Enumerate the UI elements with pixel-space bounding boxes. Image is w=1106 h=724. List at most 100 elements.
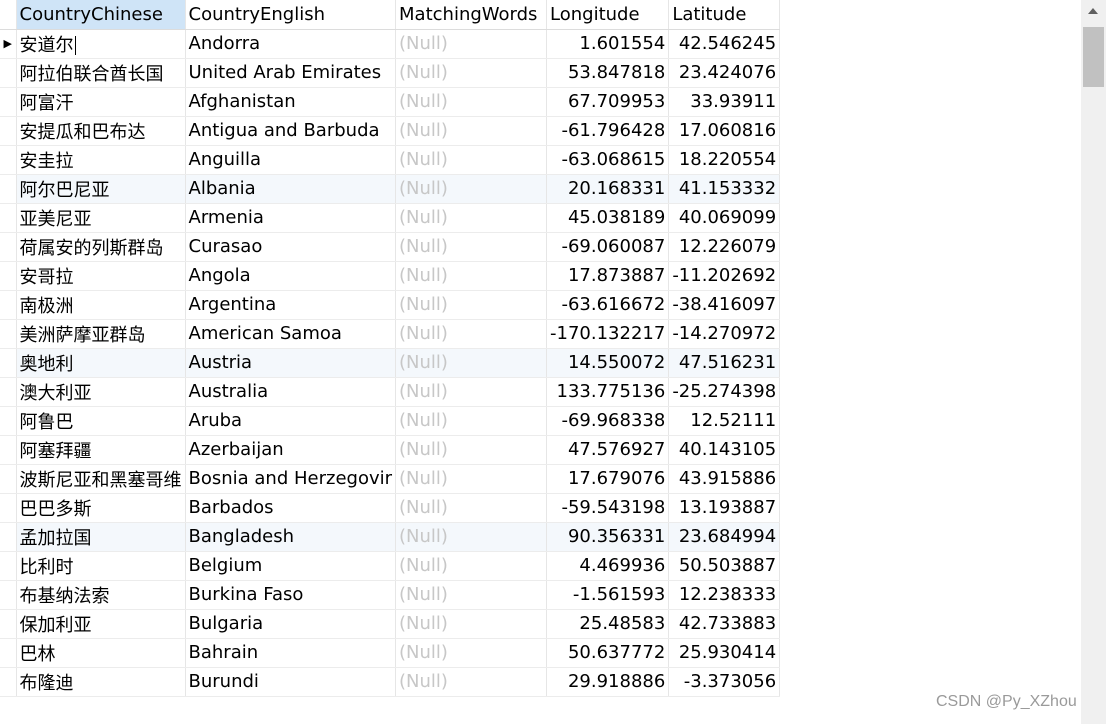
cell-country-english[interactable]: Azerbaijan bbox=[185, 435, 397, 465]
row-indicator[interactable] bbox=[0, 290, 17, 320]
cell-country-english[interactable]: United Arab Emirates bbox=[185, 58, 397, 88]
cell-matching-words[interactable]: (Null) bbox=[395, 145, 548, 175]
row-indicator[interactable] bbox=[0, 261, 17, 291]
table-row[interactable]: 安提瓜和巴布达 Antigua and Barbuda (Null) -61.7964… bbox=[0, 116, 781, 146]
cell-longitude[interactable]: 20.168331 bbox=[546, 174, 670, 204]
cell-latitude[interactable]: 40.143105 bbox=[668, 435, 781, 465]
table-row[interactable]: 阿塞拜疆 Azerbaijan (Null) 47.576927 40.143105 bbox=[0, 435, 781, 465]
row-indicator[interactable] bbox=[0, 464, 17, 494]
cell-longitude[interactable]: -69.060087 bbox=[546, 232, 670, 262]
table-row[interactable]: 奥地利 Austria (Null) 14.550072 47.516231 bbox=[0, 348, 781, 378]
cell-longitude[interactable]: 67.709953 bbox=[546, 87, 670, 117]
cell-country-english[interactable]: Australia bbox=[185, 377, 397, 407]
cell-country-english[interactable]: Bulgaria bbox=[185, 609, 397, 639]
cell-matching-words[interactable]: (Null) bbox=[395, 58, 548, 88]
row-indicator[interactable] bbox=[0, 580, 17, 610]
cell-country-chinese[interactable]: 巴巴多斯 bbox=[16, 493, 186, 523]
table-row[interactable]: 布基纳法索 Burkina Faso (Null) -1.561593 12.23833… bbox=[0, 580, 781, 610]
cell-latitude[interactable]: -3.373056 bbox=[668, 667, 781, 697]
cell-matching-words[interactable]: (Null) bbox=[395, 580, 548, 610]
cell-country-english[interactable]: Albania bbox=[185, 174, 397, 204]
cell-longitude[interactable]: -69.968338 bbox=[546, 406, 670, 436]
row-indicator[interactable] bbox=[0, 667, 17, 697]
row-indicator[interactable] bbox=[0, 203, 17, 233]
row-indicator[interactable] bbox=[0, 609, 17, 639]
cell-longitude[interactable]: 53.847818 bbox=[546, 58, 670, 88]
row-indicator[interactable]: ▶ bbox=[0, 29, 17, 59]
cell-matching-words[interactable]: (Null) bbox=[395, 261, 548, 291]
cell-latitude[interactable]: 13.193887 bbox=[668, 493, 781, 523]
table-row[interactable]: 比利时 Belgium (Null) 4.469936 50.503887 bbox=[0, 551, 781, 581]
row-indicator[interactable] bbox=[0, 435, 17, 465]
table-row[interactable]: 亚美尼亚 Armenia (Null) 45.038189 40.069099 bbox=[0, 203, 781, 233]
column-header-countrychinese[interactable]: CountryChinese bbox=[16, 0, 186, 30]
row-indicator[interactable] bbox=[0, 174, 17, 204]
table-row[interactable]: 澳大利亚 Australia (Null) 133.775136 -25.274398 bbox=[0, 377, 781, 407]
cell-latitude[interactable]: 23.684994 bbox=[668, 522, 781, 552]
table-row[interactable]: ▶ 安道尔 Andorra (Null) 1.601554 42.546245 bbox=[0, 29, 781, 59]
cell-country-chinese[interactable]: 南极洲 bbox=[16, 290, 186, 320]
row-indicator[interactable] bbox=[0, 638, 17, 668]
cell-country-chinese[interactable]: 波斯尼亚和黑塞哥维 bbox=[16, 464, 186, 494]
cell-latitude[interactable]: 42.546245 bbox=[668, 29, 781, 59]
table-row[interactable]: 阿拉伯联合酋长国 United Arab Emirates (Null) 53.847… bbox=[0, 58, 781, 88]
cell-country-chinese[interactable]: 荷属安的列斯群岛 bbox=[16, 232, 186, 262]
cell-matching-words[interactable]: (Null) bbox=[395, 174, 548, 204]
cell-longitude[interactable]: 4.469936 bbox=[546, 551, 670, 581]
cell-country-english[interactable]: Belgium bbox=[185, 551, 397, 581]
cell-latitude[interactable]: 43.915886 bbox=[668, 464, 781, 494]
cell-longitude[interactable]: -170.132217 bbox=[546, 319, 670, 349]
cell-matching-words[interactable]: (Null) bbox=[395, 522, 548, 552]
cell-latitude[interactable]: -25.274398 bbox=[668, 377, 781, 407]
cell-matching-words[interactable]: (Null) bbox=[395, 29, 548, 59]
cell-matching-words[interactable]: (Null) bbox=[395, 406, 548, 436]
cell-latitude[interactable]: 41.153332 bbox=[668, 174, 781, 204]
cell-country-english[interactable]: Antigua and Barbuda bbox=[185, 116, 397, 146]
cell-latitude[interactable]: 17.060816 bbox=[668, 116, 781, 146]
cell-country-english[interactable]: Burundi bbox=[185, 667, 397, 697]
cell-latitude[interactable]: 25.930414 bbox=[668, 638, 781, 668]
cell-latitude[interactable]: 33.93911 bbox=[668, 87, 781, 117]
cell-longitude[interactable]: 1.601554 bbox=[546, 29, 670, 59]
cell-matching-words[interactable]: (Null) bbox=[395, 638, 548, 668]
cell-matching-words[interactable]: (Null) bbox=[395, 87, 548, 117]
cell-country-english[interactable]: Curasao bbox=[185, 232, 397, 262]
cell-latitude[interactable]: 12.52111 bbox=[668, 406, 781, 436]
cell-latitude[interactable]: -38.416097 bbox=[668, 290, 781, 320]
table-row[interactable]: 阿尔巴尼亚 Albania (Null) 20.168331 41.153332 bbox=[0, 174, 781, 204]
cell-country-chinese[interactable]: 阿塞拜疆 bbox=[16, 435, 186, 465]
table-row[interactable]: 巴林 Bahrain (Null) 50.637772 25.930414 bbox=[0, 638, 781, 668]
cell-latitude[interactable]: 12.226079 bbox=[668, 232, 781, 262]
row-indicator[interactable] bbox=[0, 348, 17, 378]
cell-country-english[interactable]: Argentina bbox=[185, 290, 397, 320]
cell-country-chinese[interactable]: 安道尔 bbox=[16, 29, 186, 59]
cell-country-english[interactable]: Andorra bbox=[185, 29, 397, 59]
table-row[interactable]: 孟加拉国 Bangladesh (Null) 90.356331 23.684994 bbox=[0, 522, 781, 552]
cell-matching-words[interactable]: (Null) bbox=[395, 493, 548, 523]
column-header-matchingwords[interactable]: MatchingWords bbox=[395, 0, 548, 30]
cell-country-english[interactable]: Barbados bbox=[185, 493, 397, 523]
cell-matching-words[interactable]: (Null) bbox=[395, 116, 548, 146]
cell-country-chinese[interactable]: 安圭拉 bbox=[16, 145, 186, 175]
cell-country-english[interactable]: Burkina Faso bbox=[185, 580, 397, 610]
cell-country-chinese[interactable]: 巴林 bbox=[16, 638, 186, 668]
cell-country-chinese[interactable]: 阿鲁巴 bbox=[16, 406, 186, 436]
cell-country-english[interactable]: Bosnia and Herzegovir bbox=[185, 464, 397, 494]
cell-country-chinese[interactable]: 阿富汗 bbox=[16, 87, 186, 117]
row-indicator[interactable] bbox=[0, 232, 17, 262]
cell-longitude[interactable]: 17.873887 bbox=[546, 261, 670, 291]
cell-country-chinese[interactable]: 澳大利亚 bbox=[16, 377, 186, 407]
row-indicator[interactable] bbox=[0, 145, 17, 175]
cell-country-english[interactable]: Armenia bbox=[185, 203, 397, 233]
table-row[interactable]: 波斯尼亚和黑塞哥维 Bosnia and Herzegovir (Null) 17.6… bbox=[0, 464, 781, 494]
cell-country-chinese[interactable]: 阿拉伯联合酋长国 bbox=[16, 58, 186, 88]
row-indicator[interactable] bbox=[0, 551, 17, 581]
scrollbar-thumb[interactable] bbox=[1083, 27, 1104, 87]
cell-matching-words[interactable]: (Null) bbox=[395, 609, 548, 639]
cell-country-english[interactable]: Angola bbox=[185, 261, 397, 291]
cell-country-english[interactable]: American Samoa bbox=[185, 319, 397, 349]
cell-latitude[interactable]: -11.202692 bbox=[668, 261, 781, 291]
column-header-longitude[interactable]: Longitude bbox=[546, 0, 670, 30]
cell-country-chinese[interactable]: 比利时 bbox=[16, 551, 186, 581]
cell-matching-words[interactable]: (Null) bbox=[395, 290, 548, 320]
